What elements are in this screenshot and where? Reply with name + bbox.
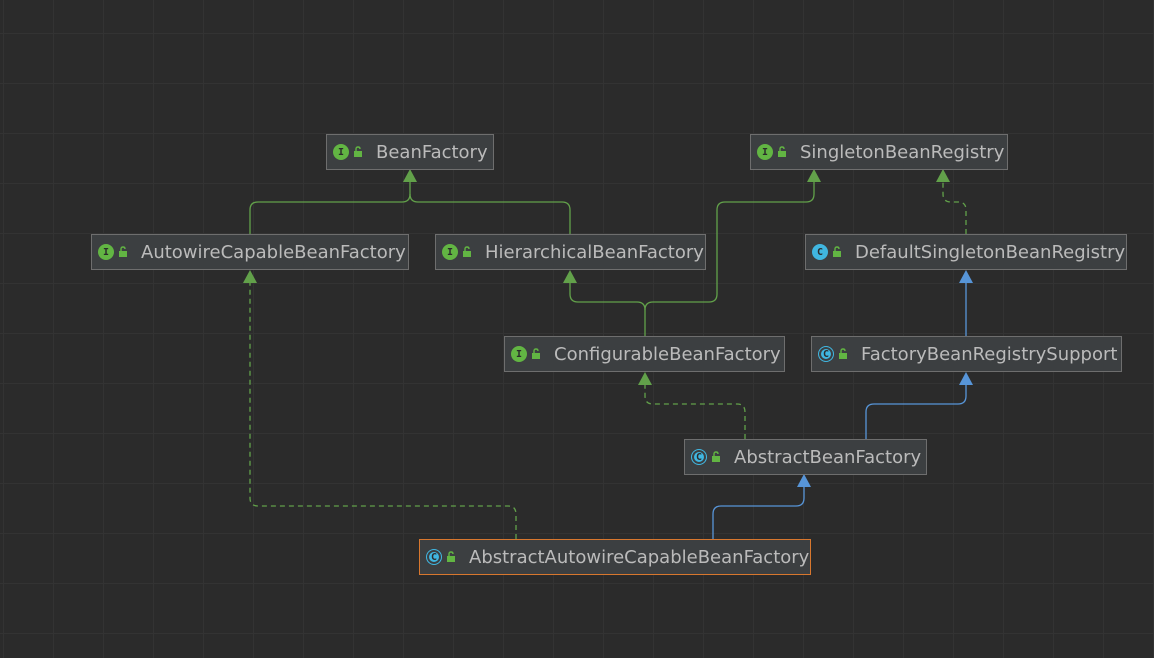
node-label: ConfigurableBeanFactory	[554, 343, 781, 365]
public-lock-icon	[463, 246, 471, 257]
node-label: DefaultSingletonBeanRegistry	[855, 241, 1126, 263]
node-abstract-autowire-capable-bean-factory[interactable]: C AbstractAutowireCapableBeanFactory	[419, 539, 811, 575]
edge-abstract-autowire-to-abstract	[712, 487, 805, 539]
node-label: SingletonBeanRegistry	[800, 141, 1005, 163]
edge-default-singleton-to-singleton	[942, 182, 967, 234]
node-label: HierarchicalBeanFactory	[485, 241, 704, 263]
public-lock-icon	[778, 146, 786, 157]
arrowhead-hierarchical	[563, 270, 577, 283]
arrowhead-singleton-registry-right	[936, 169, 950, 182]
arrowhead-configurable	[638, 372, 652, 385]
arrowhead-singleton-registry-left	[807, 169, 821, 182]
node-label: AbstractAutowireCapableBeanFactory	[469, 546, 810, 568]
class-icon: C	[812, 244, 828, 260]
node-bean-factory[interactable]: I BeanFactory	[326, 134, 494, 170]
public-lock-icon	[839, 348, 847, 359]
public-lock-icon	[354, 146, 362, 157]
interface-icon: I	[511, 346, 527, 362]
node-autowire-capable-bean-factory[interactable]: I AutowireCapableBeanFactory	[91, 234, 409, 270]
node-label: FactoryBeanRegistrySupport	[861, 343, 1118, 365]
node-singleton-bean-registry[interactable]: I SingletonBeanRegistry	[750, 134, 1008, 170]
abstract-class-icon: C	[426, 549, 442, 565]
interface-icon: I	[333, 144, 349, 160]
interface-icon: I	[98, 244, 114, 260]
node-configurable-bean-factory[interactable]: I ConfigurableBeanFactory	[504, 336, 785, 372]
arrowhead-autowire-capable	[243, 270, 257, 283]
arrowhead-factorybean	[959, 372, 973, 385]
node-factory-bean-registry-support[interactable]: C FactoryBeanRegistrySupport	[811, 336, 1122, 372]
interface-icon: I	[442, 244, 458, 260]
edge-configurable-to-hierarchical	[569, 282, 646, 336]
node-default-singleton-bean-registry[interactable]: C DefaultSingletonBeanRegistry	[805, 234, 1127, 270]
public-lock-icon	[119, 246, 127, 257]
edge-autowire-to-beanfactory	[249, 180, 411, 234]
arrowhead-abstract-bean-factory	[797, 474, 811, 487]
public-lock-icon	[532, 348, 540, 359]
public-lock-icon	[833, 246, 841, 257]
arrowhead-beanfactory	[403, 169, 417, 182]
edge-abstract-to-configurable	[644, 384, 746, 439]
public-lock-icon	[447, 551, 455, 562]
arrowhead-default-singleton	[959, 270, 973, 283]
interface-icon: I	[757, 144, 773, 160]
abstract-class-icon: C	[691, 449, 707, 465]
node-abstract-bean-factory[interactable]: C AbstractBeanFactory	[684, 439, 927, 475]
edge-hierarchical-to-beanfactory	[409, 193, 571, 234]
node-label: AutowireCapableBeanFactory	[141, 241, 406, 263]
edge-abstract-autowire-to-autowire	[249, 282, 517, 539]
abstract-class-icon: C	[818, 346, 834, 362]
edge-abstract-to-factorybean	[865, 384, 967, 439]
node-hierarchical-bean-factory[interactable]: I HierarchicalBeanFactory	[435, 234, 706, 270]
node-label: AbstractBeanFactory	[734, 446, 922, 468]
node-label: BeanFactory	[376, 141, 488, 163]
public-lock-icon	[712, 451, 720, 462]
diagram-canvas: I BeanFactory I SingletonBeanRegistry I …	[0, 0, 1154, 658]
